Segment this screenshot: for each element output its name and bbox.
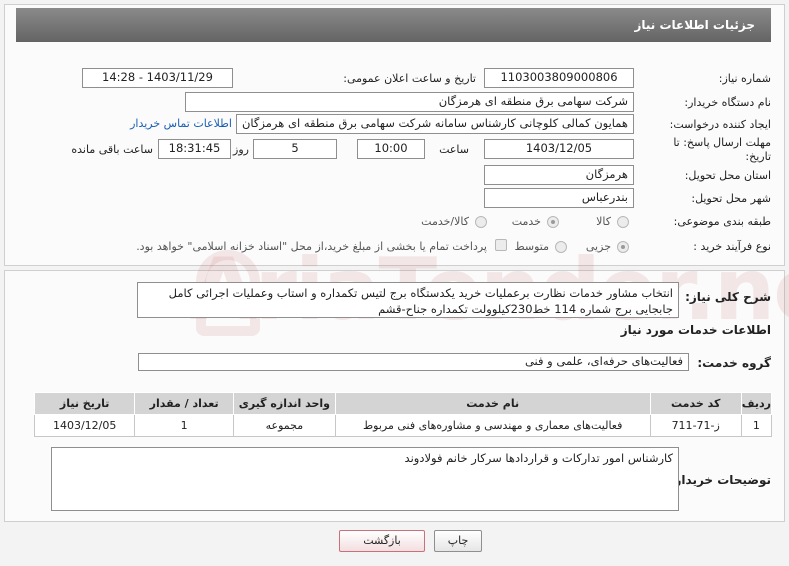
days-remaining-field: 5	[253, 139, 337, 159]
province-field: هرمزگان	[484, 165, 634, 185]
cell-unit: مجموعه	[233, 414, 336, 437]
back-button[interactable]: بازگشت	[339, 530, 425, 552]
buyer-notes-label: توضیحات خریدار:	[669, 473, 771, 487]
need-number-field: 1103003809000806	[484, 68, 634, 88]
process-radio-medium[interactable]	[555, 241, 567, 253]
service-group-field: فعالیت‌های حرفه‌ای، علمی و فنی	[138, 353, 689, 371]
col-row: ردیف	[740, 392, 773, 415]
announce-datetime-field: 1403/11/29 - 14:28	[82, 68, 233, 88]
cell-service-code: ز-71-711	[649, 414, 742, 437]
city-field: بندرعباس	[484, 188, 634, 208]
table-row: 1 ز-71-711 فعالیت‌های معماری و مهندسی و …	[33, 414, 773, 437]
description-label: شرح کلی نیاز:	[685, 290, 771, 304]
process-label: نوع فرآیند خرید :	[693, 240, 771, 253]
details-panel	[4, 4, 785, 266]
process-radio-minor[interactable]	[617, 241, 629, 253]
services-table: ردیف کد خدمت نام خدمت واحد اندازه گیری ت…	[33, 392, 773, 437]
service-group-label: گروه خدمت:	[697, 356, 771, 370]
time-remaining-field: 18:31:45	[158, 139, 231, 159]
cell-need-date: 1403/12/05	[33, 414, 136, 437]
deadline-date-field: 1403/12/05	[484, 139, 634, 159]
deadline-time-field: 10:00	[357, 139, 425, 159]
col-service-name: نام خدمت	[334, 392, 651, 415]
buyer-contact-link[interactable]: اطلاعات تماس خریدار	[130, 117, 232, 130]
buyer-notes-field: کارشناس امور تدارکات و قراردادها سرکار خ…	[51, 447, 679, 511]
category-option-goods-service: کالا/خدمت	[421, 215, 469, 228]
col-quantity: تعداد / مقدار	[134, 392, 234, 415]
services-section-title: اطلاعات خدمات مورد نیاز	[620, 323, 771, 337]
cell-quantity: 1	[134, 414, 234, 437]
cell-service-name: فعالیت‌های معماری و مهندسی و مشاوره‌های …	[334, 414, 651, 437]
buyer-org-field: شرکت سهامی برق منطقه ای هرمزگان	[185, 92, 634, 112]
table-header-row: ردیف کد خدمت نام خدمت واحد اندازه گیری ت…	[33, 392, 773, 415]
need-number-label: شماره نیاز:	[718, 72, 771, 85]
buyer-org-label: نام دستگاه خریدار:	[684, 96, 771, 109]
print-button[interactable]: چاپ	[434, 530, 482, 552]
payment-checkbox[interactable]	[495, 239, 507, 251]
deadline-time-label: ساعت	[439, 143, 469, 156]
province-label: استان محل تحویل:	[684, 169, 771, 182]
payment-note: پرداخت تمام یا بخشی از مبلغ خرید،از محل …	[136, 240, 487, 253]
page-title: جزئیات اطلاعات نیاز	[16, 8, 771, 42]
cell-row: 1	[740, 414, 773, 437]
requester-field: همایون کمالی کلوچانی کارشناس سامانه شرکت…	[236, 114, 634, 134]
process-option-medium: متوسط	[514, 240, 549, 253]
category-option-goods: کالا	[596, 215, 611, 228]
deadline-label: مهلت ارسال پاسخ: تا	[673, 136, 771, 149]
category-label: طبقه بندی موضوعی:	[673, 215, 771, 228]
col-service-code: کد خدمت	[649, 392, 742, 415]
time-remaining-label: ساعت باقی مانده	[71, 143, 153, 156]
category-radio-service[interactable]	[547, 216, 559, 228]
process-option-minor: جزیی	[585, 240, 611, 253]
category-radio-goods-service[interactable]	[475, 216, 487, 228]
category-radio-goods[interactable]	[617, 216, 629, 228]
city-label: شهر محل تحویل:	[691, 192, 771, 205]
requester-label: ایجاد کننده درخواست:	[669, 118, 771, 131]
category-option-service: خدمت	[511, 215, 541, 228]
announce-datetime-label: تاریخ و ساعت اعلان عمومی:	[343, 72, 476, 85]
col-unit: واحد اندازه گیری	[233, 392, 336, 415]
col-need-date: تاریخ نیاز	[33, 392, 136, 415]
description-field: انتخاب مشاور خدمات نظارت برعملیات خرید ی…	[137, 282, 679, 318]
deadline-label-date: تاریخ:	[745, 150, 771, 163]
